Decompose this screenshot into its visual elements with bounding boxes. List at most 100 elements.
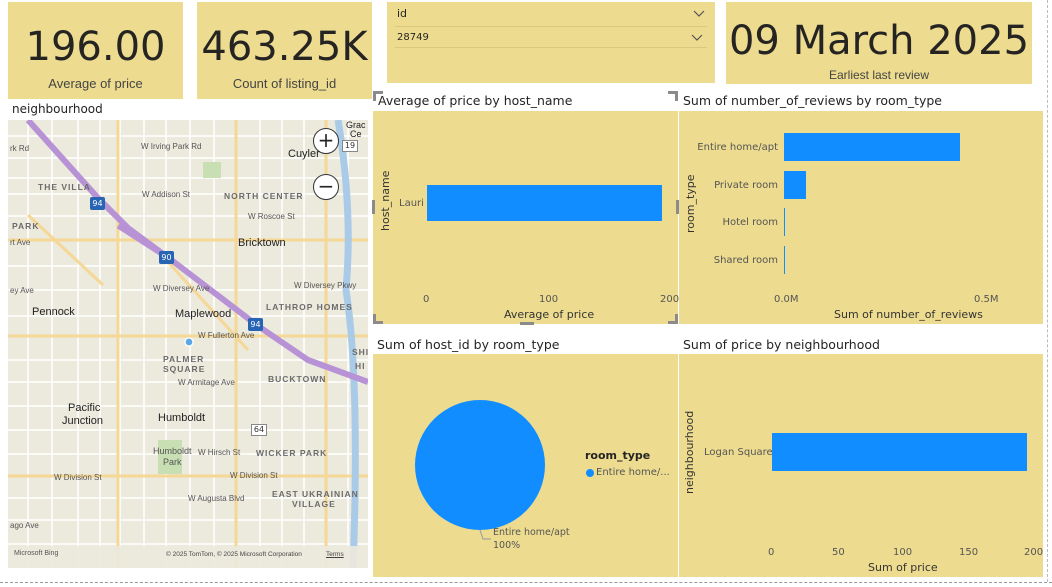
map-street-label: ago Ave xyxy=(10,521,39,530)
route-shield: 19 xyxy=(342,140,358,152)
map-place-label: Humboldt xyxy=(158,412,206,424)
map-title: neighbourhood xyxy=(12,102,103,116)
map-place-label: Cuyler xyxy=(288,148,320,160)
x-axis-title: Average of price xyxy=(504,308,595,321)
map-area-label: PALMER xyxy=(163,354,205,364)
map-area-label: VILLAGE xyxy=(292,499,336,509)
slicer-selected-value: 28749 xyxy=(397,32,429,43)
kpi-value: 196.00 xyxy=(25,24,166,70)
chart-price-neighbourhood[interactable]: neighbourhood Logan Square 0 50 100 150 … xyxy=(679,354,1043,577)
slicer-field-label: id xyxy=(397,7,408,20)
kpi-card-count-listing[interactable]: 463.25K Count of listing_id xyxy=(197,2,372,99)
y-axis-title: room_type xyxy=(684,174,697,233)
map-area-label: LATHROP HOMES xyxy=(266,302,353,312)
x-tick: 0.5M xyxy=(974,294,999,305)
x-axis-title: Sum of number_of_reviews xyxy=(834,308,983,321)
x-tick: 0 xyxy=(423,294,430,305)
x-axis-title: Sum of price xyxy=(868,561,938,574)
route-shield: 64 xyxy=(251,424,267,436)
interstate-shield: 94 xyxy=(248,318,263,331)
x-tick: 200 xyxy=(1024,547,1044,558)
legend-title: room_type xyxy=(585,449,651,462)
x-tick: 0 xyxy=(768,547,775,558)
x-tick: 100 xyxy=(893,547,913,558)
category-label: Entire home/apt xyxy=(697,142,778,153)
x-tick: 150 xyxy=(959,547,979,558)
kpi-card-earliest-review[interactable]: 09 March 2025 Earliest last review xyxy=(726,2,1032,84)
kpi-card-average-price[interactable]: 196.00 Average of price xyxy=(8,2,183,99)
x-tick: 100 xyxy=(539,294,559,305)
chart-title: Sum of host_id by room_type xyxy=(377,337,560,352)
map-area-label: EAST UKRAINIAN xyxy=(272,489,359,499)
chevron-down-icon[interactable] xyxy=(693,8,705,18)
map-terms-link[interactable]: Terms xyxy=(326,551,344,558)
map-street-label: W Addison St xyxy=(142,190,191,199)
bar[interactable] xyxy=(772,433,1027,471)
bar[interactable] xyxy=(784,171,806,199)
x-tick: 50 xyxy=(832,547,845,558)
y-axis-title: host_name xyxy=(379,170,392,231)
interstate-shield: 90 xyxy=(159,251,174,264)
map-place-label: Maplewood xyxy=(175,308,232,320)
kpi-value: 463.25K xyxy=(201,24,368,70)
map-street-label: rk Rd xyxy=(10,144,30,153)
category-label: Lauri xyxy=(399,198,424,209)
map-place-label: Humboldt xyxy=(153,446,192,456)
map-visual[interactable]: + − Cuyler Grac Ce Bricktown Pennock Map… xyxy=(8,120,368,568)
chart-host-id-room-type[interactable]: Entire home/apt 100% room_type Entire ho… xyxy=(373,354,678,577)
pie-slice[interactable] xyxy=(415,400,545,530)
bar[interactable] xyxy=(784,208,786,236)
pie-leader-line xyxy=(479,529,491,540)
kpi-label: Earliest last review xyxy=(828,68,930,82)
bing-logo: Microsoft Bing xyxy=(14,550,59,557)
legend-marker xyxy=(586,469,594,477)
map-street-label: W Diversey Pkwy xyxy=(294,281,357,290)
id-slicer[interactable]: id 28749 xyxy=(387,2,715,83)
map-street-label: W Division St xyxy=(230,471,278,480)
chart-avg-price-host[interactable]: host_name Lauri 0 100 200 Average of pri… xyxy=(373,111,680,324)
x-tick: 200 xyxy=(660,294,680,305)
map-place-label: Pennock xyxy=(32,306,75,318)
map-place-label: Pacific xyxy=(68,402,101,414)
page-boundary xyxy=(0,582,1052,583)
map-area-label: SQUARE xyxy=(163,364,206,374)
kpi-value: 09 March 2025 xyxy=(728,18,1030,64)
kpi-label: Count of listing_id xyxy=(232,76,337,91)
map-street-label: ey Ave xyxy=(10,286,34,295)
legend-entry[interactable]: Entire home/... xyxy=(596,467,670,478)
chevron-down-icon xyxy=(691,34,703,41)
zoom-out-button[interactable]: − xyxy=(313,174,339,200)
map-street-label: W Diversey Ave xyxy=(153,284,210,293)
map-area-label: HI xyxy=(355,361,366,371)
resize-handle[interactable] xyxy=(520,322,534,325)
map-street-label: W Roscoe St xyxy=(248,212,295,221)
category-label: Shared room xyxy=(713,255,778,266)
category-label: Hotel room xyxy=(722,217,778,228)
map-street-label: W Fullerton Ave xyxy=(198,331,255,340)
resize-handle[interactable] xyxy=(372,200,375,214)
map-street-label: W Division St xyxy=(54,473,102,482)
bar[interactable] xyxy=(427,185,663,221)
map-area-label: NORTH CENTER xyxy=(224,191,304,201)
chart-reviews-room-type[interactable]: room_type Entire home/apt Private room H… xyxy=(679,111,1043,324)
selection-corner xyxy=(373,91,383,101)
map-area-label: PARK xyxy=(12,221,40,231)
chart-title: Sum of price by neighbourhood xyxy=(683,337,880,352)
map-place-label: Junction xyxy=(62,415,103,427)
bar[interactable] xyxy=(784,246,785,274)
pie-data-label: Entire home/apt xyxy=(493,527,570,538)
slicer-dropdown[interactable]: 28749 xyxy=(395,26,707,48)
map-street-label: W Augusta Blvd xyxy=(188,494,245,503)
map-street-label: W Irving Park Rd xyxy=(141,142,202,151)
selection-corner xyxy=(373,314,383,324)
map-area-label: WICKER PARK xyxy=(256,448,328,458)
bar[interactable] xyxy=(784,133,960,161)
chart-title: Sum of number_of_reviews by room_type xyxy=(683,93,943,108)
chart-title: Average of price by host_name xyxy=(378,93,573,108)
map-street-label: W Hirsch St xyxy=(198,448,241,457)
map-area-label: SHI xyxy=(352,347,368,357)
selection-corner xyxy=(668,314,678,324)
map-credit: © 2025 TomTom, © 2025 Microsoft Corporat… xyxy=(166,551,302,558)
x-tick: 0.0M xyxy=(774,294,799,305)
category-label: Logan Square xyxy=(704,447,773,458)
